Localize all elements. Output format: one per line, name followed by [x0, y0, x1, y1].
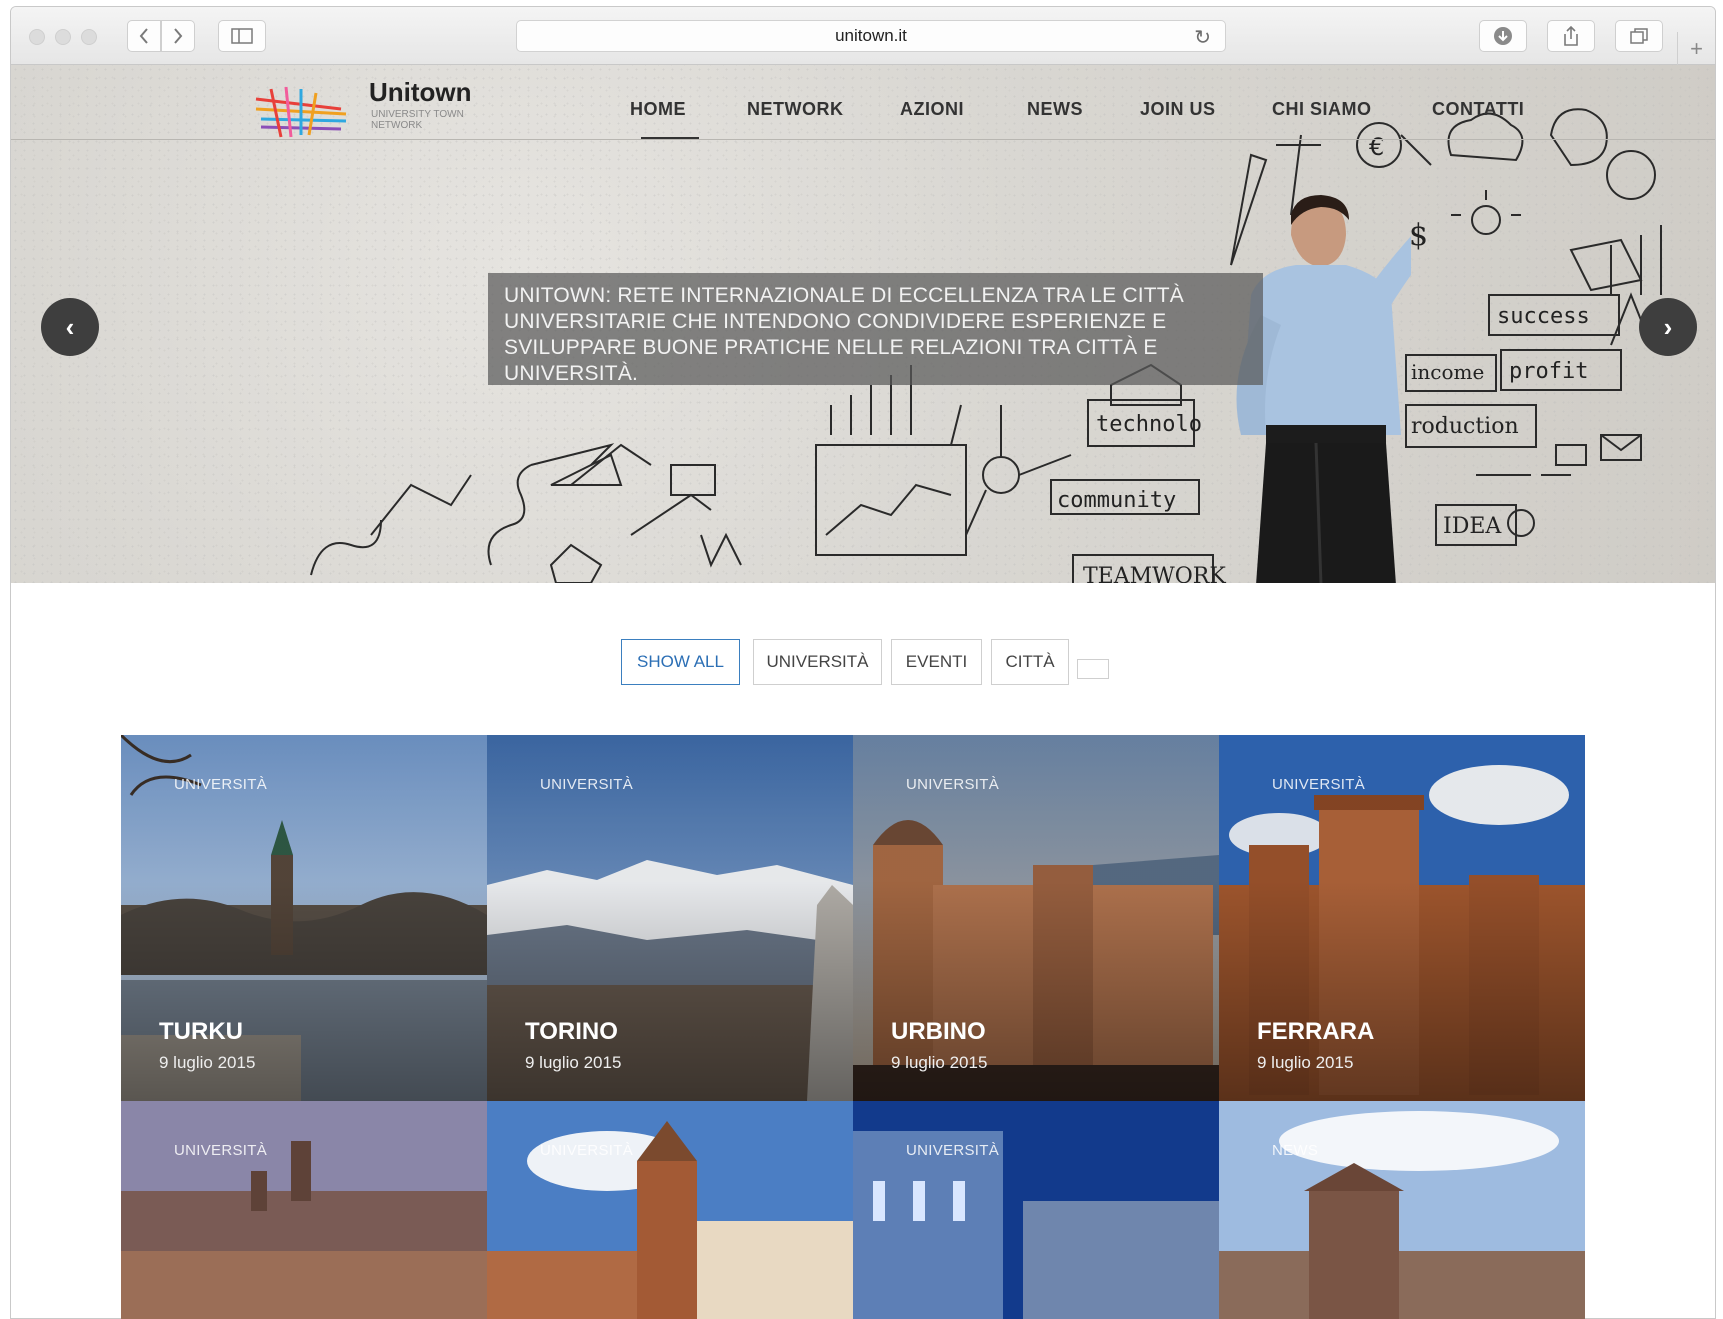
tile-category: UNIVERSITÀ: [540, 1142, 634, 1159]
chevron-left-icon: ‹: [65, 311, 75, 342]
nav-azioni[interactable]: AZIONI: [900, 99, 964, 120]
tile-category: UNIVERSITÀ: [1272, 776, 1366, 793]
nav-divider: [11, 139, 1715, 140]
svg-text:success: success: [1497, 304, 1590, 329]
tile-date: 9 luglio 2015: [1257, 1053, 1354, 1072]
nav-network[interactable]: NETWORK: [747, 99, 844, 120]
hero-businessman-figure: [1236, 195, 1411, 583]
tile-turku[interactable]: UNIVERSITÀ TURKU 9 luglio 2015: [121, 735, 487, 1101]
slider-prev-button[interactable]: ‹: [41, 298, 99, 356]
hero-slider: community technolo TEAMWORK € $ success …: [11, 65, 1715, 583]
portfolio-grid: UNIVERSITÀ TURKU 9 luglio 2015 UNIVERSIT…: [121, 735, 1587, 1319]
tile-city-3[interactable]: UNIVERSITÀ: [853, 1101, 1219, 1319]
minimize-window-icon[interactable]: [55, 29, 71, 45]
city-3-photo: [853, 1101, 1219, 1319]
tile-category: NEWS: [1272, 1142, 1319, 1159]
tile-date: 9 luglio 2015: [891, 1053, 988, 1072]
svg-text:TEAMWORK: TEAMWORK: [1083, 564, 1226, 583]
unitown-logo-mark: [251, 79, 351, 139]
svg-text:income: income: [1411, 360, 1484, 384]
filter-eventi[interactable]: EVENTI: [891, 639, 982, 685]
city-2-photo: [487, 1101, 853, 1319]
tile-title: FERRARA: [1257, 1018, 1375, 1045]
sketch-community-text: community: [1057, 488, 1176, 513]
filter-citta[interactable]: CITTÀ: [991, 639, 1069, 685]
reload-icon[interactable]: ↻: [1194, 25, 1211, 50]
filter-show-all[interactable]: SHOW ALL: [621, 639, 740, 685]
chevron-left-icon: [139, 28, 148, 44]
chevron-right-icon: [174, 28, 183, 44]
plus-icon: +: [1690, 36, 1703, 61]
svg-text:$: $: [1409, 218, 1428, 253]
sidebar-icon: [231, 28, 253, 44]
zoom-window-icon[interactable]: [81, 29, 97, 45]
tile-title: TURKU: [159, 1018, 243, 1045]
site-logo-title[interactable]: Unitown: [369, 77, 472, 108]
svg-text:roduction: roduction: [1411, 414, 1519, 439]
tile-date: 9 luglio 2015: [159, 1053, 256, 1072]
back-button[interactable]: [127, 20, 161, 52]
tile-city-2[interactable]: UNIVERSITÀ: [487, 1101, 853, 1319]
downloads-button[interactable]: [1479, 20, 1527, 52]
tile-ferrara[interactable]: UNIVERSITÀ FERRARA 9 luglio 2015: [1219, 735, 1585, 1101]
logo-grid-icon: [255, 86, 347, 138]
slider-next-button[interactable]: ›: [1639, 298, 1697, 356]
filter-empty[interactable]: [1077, 659, 1109, 679]
close-window-icon[interactable]: [29, 29, 45, 45]
url-text: unitown.it: [835, 26, 907, 45]
svg-text:€: €: [1369, 133, 1384, 161]
show-tabs-button[interactable]: [1615, 20, 1663, 52]
nav-home[interactable]: HOME: [630, 99, 686, 120]
tabs-icon: [1630, 28, 1648, 44]
nav-news[interactable]: NEWS: [1027, 99, 1083, 120]
tile-category: UNIVERSITÀ: [174, 776, 268, 793]
download-icon: [1494, 27, 1512, 45]
tile-news[interactable]: NEWS: [1219, 1101, 1585, 1319]
nav-chi-siamo[interactable]: CHI SIAMO: [1272, 99, 1372, 120]
share-button[interactable]: [1547, 20, 1595, 52]
filter-universita[interactable]: UNIVERSITÀ: [753, 639, 882, 685]
svg-text:IDEA: IDEA: [1443, 514, 1502, 539]
hero-caption: UNITOWN: RETE INTERNAZIONALE DI ECCELLEN…: [488, 273, 1263, 385]
tile-category: UNIVERSITÀ: [906, 776, 1000, 793]
nav-contatti[interactable]: CONTATTI: [1432, 99, 1524, 120]
krakow-photo: [121, 1101, 487, 1319]
tile-krakow[interactable]: UNIVERSITÀ: [121, 1101, 487, 1319]
chevron-right-icon: ›: [1663, 311, 1673, 342]
tile-urbino[interactable]: UNIVERSITÀ URBINO 9 luglio 2015: [853, 735, 1219, 1101]
sidebar-button[interactable]: [218, 20, 266, 52]
svg-text:technolo: technolo: [1096, 412, 1202, 437]
tile-date: 9 luglio 2015: [525, 1053, 622, 1072]
tile-category: UNIVERSITÀ: [540, 776, 634, 793]
tile-category: UNIVERSITÀ: [174, 1142, 268, 1159]
tile-title: URBINO: [891, 1018, 986, 1045]
tile-title: TORINO: [525, 1018, 618, 1045]
forward-button[interactable]: [161, 20, 195, 52]
browser-toolbar: unitown.it ↻ +: [11, 7, 1715, 66]
share-icon: [1564, 25, 1578, 46]
new-tab-button[interactable]: +: [1677, 32, 1715, 66]
portfolio-filters: SHOW ALL UNIVERSITÀ EVENTI CITTÀ: [11, 639, 1715, 685]
news-photo: [1219, 1101, 1585, 1319]
nav-join-us[interactable]: JOIN US: [1140, 99, 1216, 120]
tile-torino[interactable]: UNIVERSITÀ TORINO 9 luglio 2015: [487, 735, 853, 1101]
svg-text:profit: profit: [1509, 359, 1588, 384]
tile-category: UNIVERSITÀ: [906, 1142, 1000, 1159]
address-bar[interactable]: unitown.it ↻: [516, 20, 1226, 52]
site-logo-subtitle: UNIVERSITY TOWN NETWORK: [371, 109, 464, 131]
